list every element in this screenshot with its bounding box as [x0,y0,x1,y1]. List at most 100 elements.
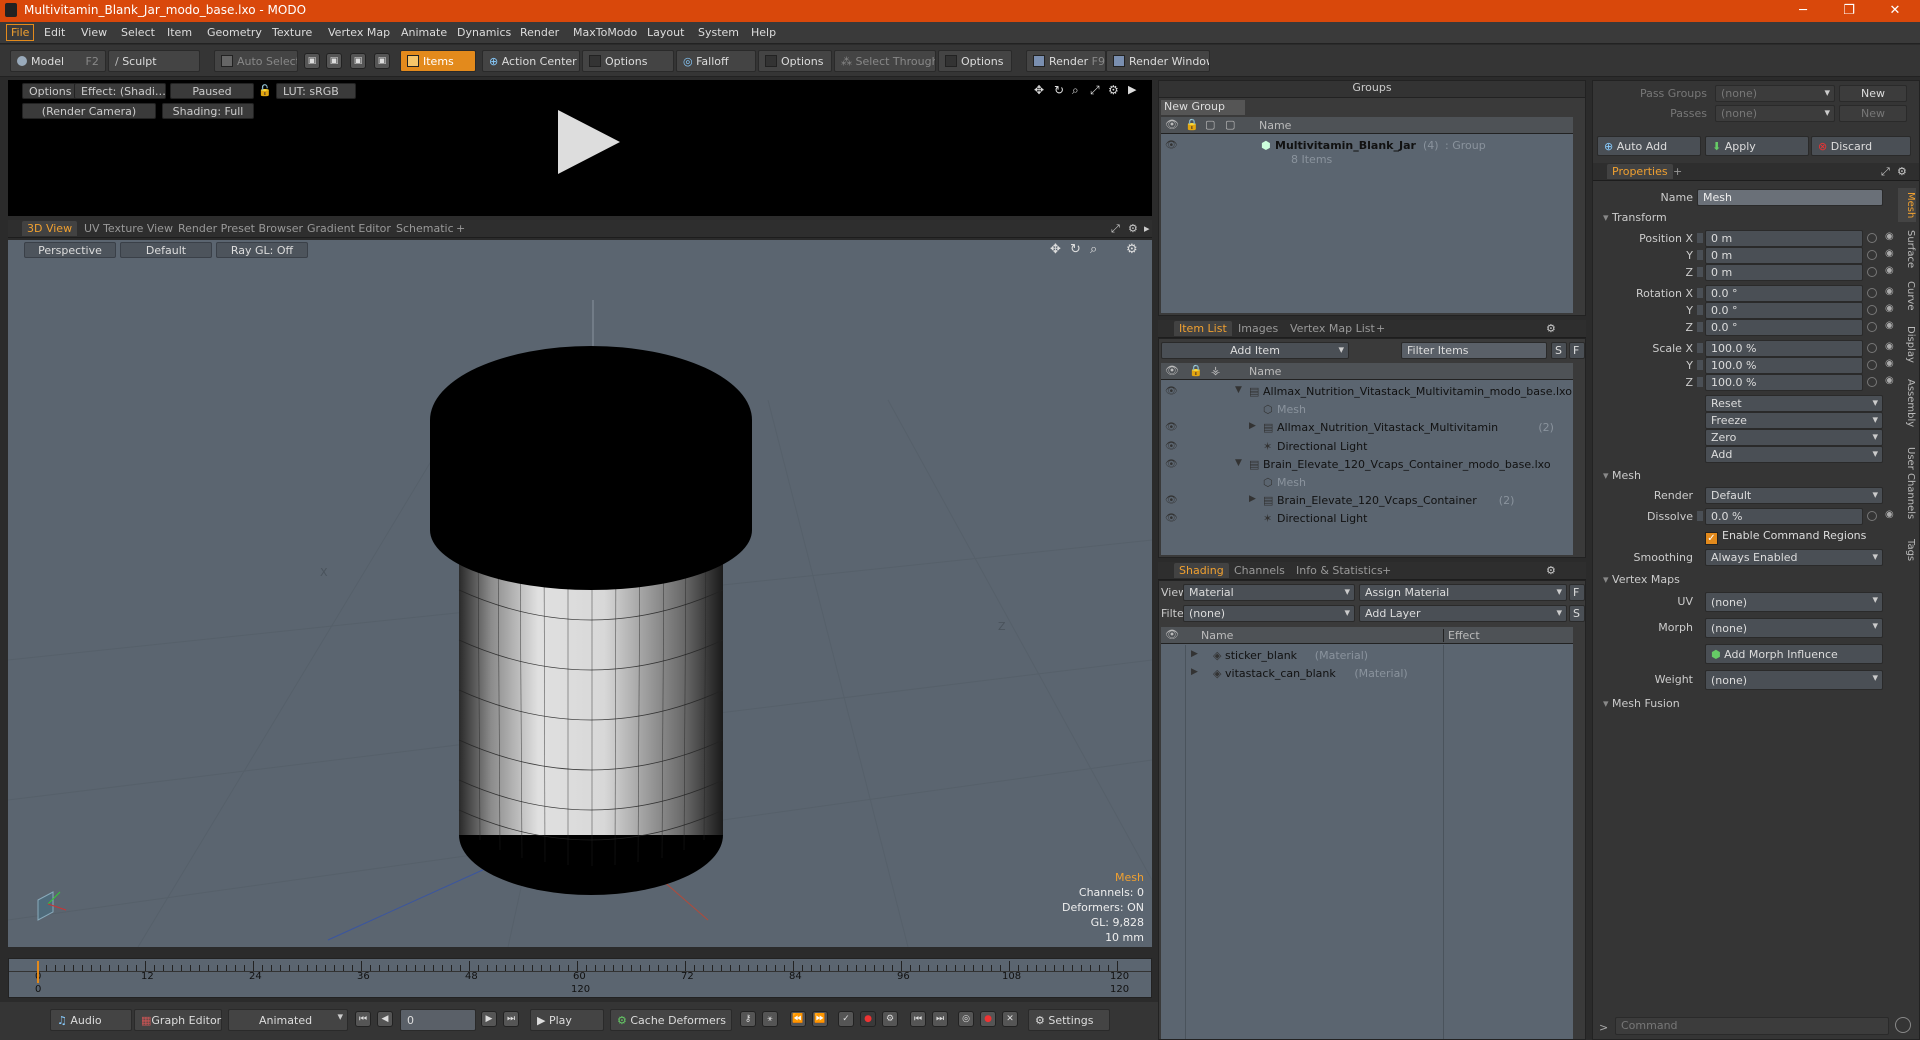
select-through-button[interactable]: ⁂ Select Through [834,50,936,72]
gear-icon[interactable]: ⚙ [1126,242,1138,257]
morph-dropdown[interactable]: (none) [1705,618,1883,638]
tab-render-preset-browser[interactable]: Render Preset Browser [178,222,303,235]
play-button[interactable]: ▶ Play [530,1009,604,1031]
panel-menu-arrow-icon[interactable]: ▸ [1144,222,1150,235]
graph-editor-button[interactable]: ▦Graph Editor [134,1009,222,1031]
tab-uv-texture-view[interactable]: UV Texture View [84,222,173,235]
shading-dropdown[interactable]: Shading: Full [162,103,254,119]
add-item-dropdown[interactable]: Add Item [1161,342,1349,359]
command-input[interactable]: Command [1615,1017,1889,1035]
expand-arrow-icon[interactable]: ▶ [1191,667,1198,677]
list-item[interactable]: 👁 ▼ ▤ Allmax_Nutrition_Vitastack_Multivitam… [1161,383,1573,401]
eye-icon[interactable]: ◉ [1885,320,1894,331]
keyframe-dot-icon[interactable] [1867,288,1877,298]
auto-add-button[interactable]: ⊕ Auto Add [1597,136,1701,156]
tab-properties[interactable]: Properties [1607,164,1673,179]
close-button[interactable]: ✕ [1872,0,1918,22]
zoom-icon[interactable]: ⌕ [1090,242,1097,257]
tab-vertex-map-list[interactable]: Vertex Map List [1290,322,1375,335]
list-item[interactable]: 👁 ▼ ▤ Brain_Elevate_120_Vcaps_Container_mod… [1161,456,1573,474]
channel-toggle-icon[interactable] [1697,233,1703,243]
shading-s-button[interactable]: S [1569,605,1585,622]
zero-dropdown[interactable]: Zero [1705,429,1883,446]
eye-icon[interactable]: ◉ [1885,286,1894,297]
timeline[interactable]: 0 12 24 36 48 60 72 84 96 108 120 0 120 … [8,958,1152,998]
playhead[interactable] [37,961,39,983]
add-tab-button[interactable]: + [1376,322,1385,335]
keyframe-dot-icon[interactable] [1867,305,1877,315]
key-icon[interactable]: ⚷ [740,1011,756,1027]
eye-icon[interactable]: 👁 [1165,513,1178,525]
menu-dynamics[interactable]: Dynamics [457,26,511,39]
channel-toggle-icon[interactable] [1697,377,1703,387]
gear-icon[interactable]: ⚙ [1546,322,1556,335]
channel-toggle-icon[interactable] [1697,288,1703,298]
eye-icon[interactable]: ◉ [1885,375,1894,386]
assign-material-dropdown[interactable]: Assign Material [1359,584,1567,601]
new-pass-button[interactable]: New [1839,105,1907,122]
apply-button[interactable]: ⬇ Apply [1705,136,1809,156]
gear-icon[interactable]: ⚙ [1128,222,1138,235]
menu-maxtomodo[interactable]: MaxToModo [573,26,637,39]
3d-viewport[interactable]: X Z Mesh Channels: 0 Deformers: ON GL: 9… [8,240,1152,947]
cache-record-icon[interactable]: ● [980,1011,996,1027]
position-z-input[interactable]: 0 m [1705,264,1863,281]
menu-edit[interactable]: Edit [44,26,65,39]
keyframe-dot-icon[interactable] [1867,377,1877,387]
filter-items-input[interactable]: Filter Items [1401,342,1547,359]
falloff-button[interactable]: ◎ Falloff [676,50,756,72]
dissolve-input[interactable]: 0.0 % [1705,508,1863,525]
list-item[interactable]: ⬡ Mesh [1161,401,1573,419]
vtab-surface[interactable]: Surface [1898,226,1916,272]
channel-toggle-icon[interactable] [1697,250,1703,260]
maximize-panel-icon[interactable]: ⤢ [1881,165,1890,179]
scale-y-input[interactable]: 100.0 % [1705,357,1863,374]
rotation-x-input[interactable]: 0.0 ° [1705,285,1863,302]
vtab-user-channels[interactable]: User Channels [1898,438,1916,528]
channel-toggle-icon[interactable] [1697,343,1703,353]
camera-key-icon[interactable]: ◎ [958,1011,974,1027]
preview-effect-dropdown[interactable]: Effect: (Shadi… [74,83,166,99]
preview-paused-button[interactable]: Paused [170,83,254,99]
menu-texture[interactable]: Texture [272,26,312,39]
gear-icon[interactable]: ⚙ [1108,83,1119,97]
auto-key-icon[interactable]: ✓ [838,1011,854,1027]
add-dropdown[interactable]: Add [1705,446,1883,463]
prev-key-icon[interactable]: ⏪ [790,1011,806,1027]
go-to-start-icon[interactable]: ⏮ [355,1011,371,1027]
rotate-view-icon[interactable]: ↻ [1054,83,1064,97]
menu-file[interactable]: File [6,24,35,41]
jump-back-icon[interactable]: ⏮ [910,1011,926,1027]
expand-arrow-icon[interactable]: ▼ [1235,385,1242,395]
eye-icon[interactable]: ◉ [1885,265,1894,276]
list-item[interactable]: 👁 ▶ ▤ Allmax_Nutrition_Vitastack_Multivitam… [1161,419,1573,437]
cache-deformers-button[interactable]: ⚙ Cache Deformers [610,1009,732,1031]
group-row[interactable]: 👁 ⬢ Multivitamin_Blank_Jar (4) : Group 8… [1161,137,1573,167]
keyframe-dot-icon[interactable] [1867,343,1877,353]
eye-icon[interactable]: ◉ [1885,231,1894,242]
scale-z-input[interactable]: 100.0 % [1705,374,1863,391]
menu-system[interactable]: System [698,26,739,39]
render-window-button[interactable]: Render Window [1106,50,1210,72]
new-group-button[interactable]: New Group [1161,100,1245,115]
minimize-button[interactable]: ─ [1780,0,1826,22]
expand-arrow-icon[interactable]: ▶ [1191,649,1198,659]
model-mode-button[interactable]: Model F2 [10,50,106,72]
weight-dropdown[interactable]: (none) [1705,670,1883,690]
vtab-display[interactable]: Display [1898,320,1916,368]
eye-icon[interactable]: ◉ [1885,341,1894,352]
channel-toggle-icon[interactable] [1697,322,1703,332]
tab-gradient-editor[interactable]: Gradient Editor [307,222,391,235]
eye-icon[interactable]: ◉ [1885,358,1894,369]
transform-section[interactable]: ▾ Transform [1603,211,1667,224]
materials-mode-icon[interactable]: ▣ [374,53,390,69]
eye-icon[interactable]: 👁 [1165,422,1178,434]
tab-item-list[interactable]: Item List [1174,321,1232,336]
add-morph-influence-button[interactable]: ⬢ Add Morph Influence [1705,644,1883,664]
orbit-icon[interactable]: ↻ [1070,242,1081,257]
add-layer-dropdown[interactable]: Add Layer [1359,605,1567,622]
filter-dropdown[interactable]: (none) [1183,605,1355,622]
pass-groups-dropdown[interactable]: (none) [1715,85,1835,102]
vtab-mesh[interactable]: Mesh [1898,188,1916,222]
play-icon[interactable] [558,110,620,174]
